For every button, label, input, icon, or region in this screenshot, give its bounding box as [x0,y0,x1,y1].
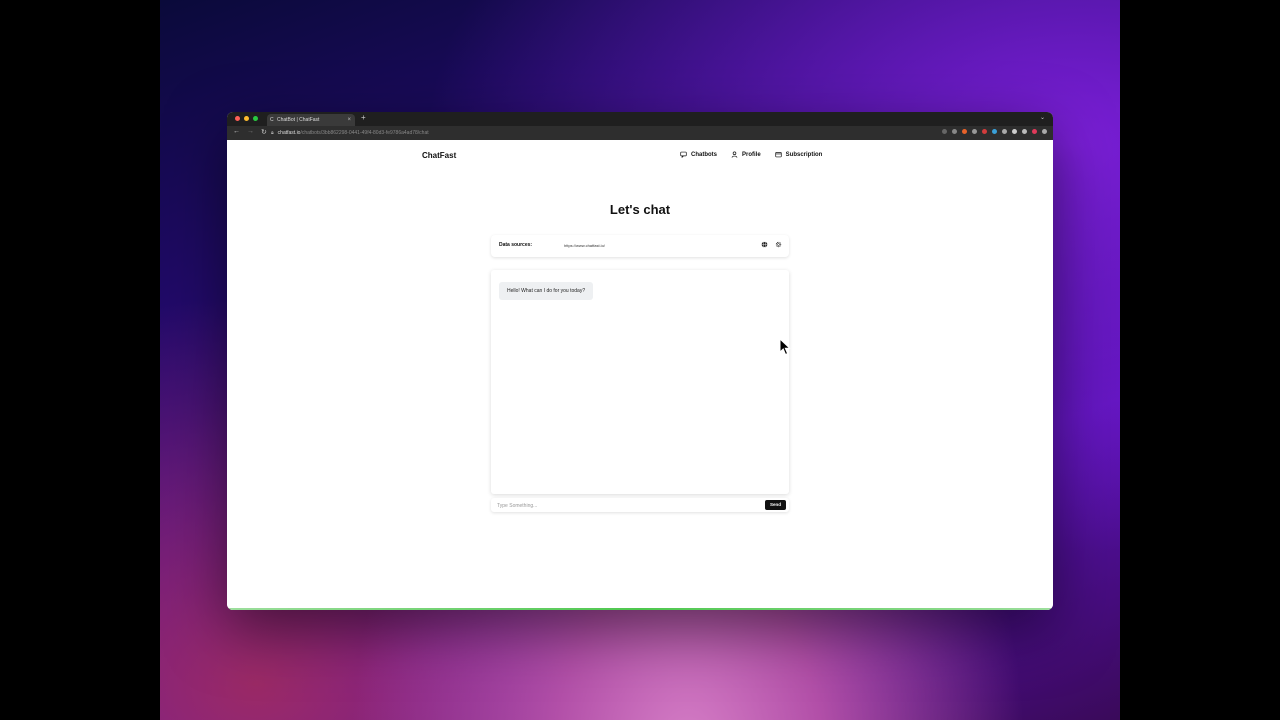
extension-icon[interactable] [962,129,967,134]
extension-icon[interactable] [972,129,977,134]
top-nav: Chatbots Profile Subscription [680,151,822,158]
tab-strip: C ChatBot | ChatFast × + ⌄ [227,112,1053,126]
extension-icon[interactable] [992,129,997,134]
data-sources-panel: Data sources: https://www.chatfast.io/ [491,235,789,257]
nav-subscription-label: Subscription [785,151,823,158]
profile-avatar[interactable] [1032,129,1037,134]
brand-logo[interactable]: ChatFast [422,151,456,160]
puzzle-icon[interactable] [1012,129,1017,134]
forward-icon[interactable]: → [247,128,254,136]
tab-search-chevron-icon[interactable]: ⌄ [1040,114,1045,121]
extension-icon[interactable] [982,129,987,134]
back-icon[interactable]: ← [233,128,240,136]
address-bar: ← → ↻ 🔒︎ chatfast.io/chatbots/3bb862298-0… [227,126,1053,140]
extension-icon[interactable] [1002,129,1007,134]
page-title: Let's chat [609,202,671,217]
lock-icon: 🔒︎ [271,130,274,136]
nav-profile-label: Profile [742,151,761,158]
chat-messages[interactable]: Hello! What can I do for you today? [491,270,789,494]
nav-profile[interactable]: Profile [731,151,761,158]
data-source-url[interactable]: https://www.chatfast.io/ [564,243,605,248]
close-window-button[interactable] [235,116,240,121]
menu-icon[interactable] [1042,129,1047,134]
send-button[interactable]: Send [764,500,786,510]
user-icon [731,151,738,158]
nav-subscription[interactable]: Subscription [775,151,823,158]
share-icon[interactable] [942,129,947,134]
message-input[interactable] [495,500,749,512]
new-tab-button[interactable]: + [361,113,366,122]
progress-bar [227,608,1053,610]
url-field[interactable]: 🔒︎ chatfast.io/chatbots/3bb862298-0441-49… [271,128,911,138]
mouse-cursor-icon [779,338,791,356]
window-controls [235,116,258,121]
nav-chatbots-label: Chatbots [691,151,717,158]
minimize-window-button[interactable] [244,116,249,121]
browser-window: C ChatBot | ChatFast × + ⌄ ← → ↻ 🔒︎ chatf… [227,112,1053,610]
card-icon [775,152,782,158]
page: ChatFast Chatbots Profile Subscription L… [227,140,1053,610]
url-path: /chatbots/3bb862298-0441-49f4-80d3-fe978… [300,130,429,136]
reload-icon[interactable]: ↻ [261,128,267,136]
message-composer: Send [491,498,789,512]
data-sources-label: Data sources: [499,242,533,248]
sidebar-icon[interactable] [1022,129,1027,134]
tab-close-icon[interactable]: × [347,114,351,126]
url-host: chatfast.io [277,130,301,136]
nav-chatbots[interactable]: Chatbots [680,151,717,158]
globe-icon[interactable] [761,241,768,248]
maximize-window-button[interactable] [253,116,258,121]
extensions-bar [942,129,1047,134]
star-icon[interactable] [952,129,957,134]
bot-message: Hello! What can I do for you today? [499,282,594,300]
tab-title: ChatBot | ChatFast [277,117,320,123]
chat-icon [680,151,687,158]
favicon-icon: C [270,117,274,123]
gear-icon[interactable] [775,241,782,248]
browser-tab[interactable]: C ChatBot | ChatFast × [267,114,355,126]
